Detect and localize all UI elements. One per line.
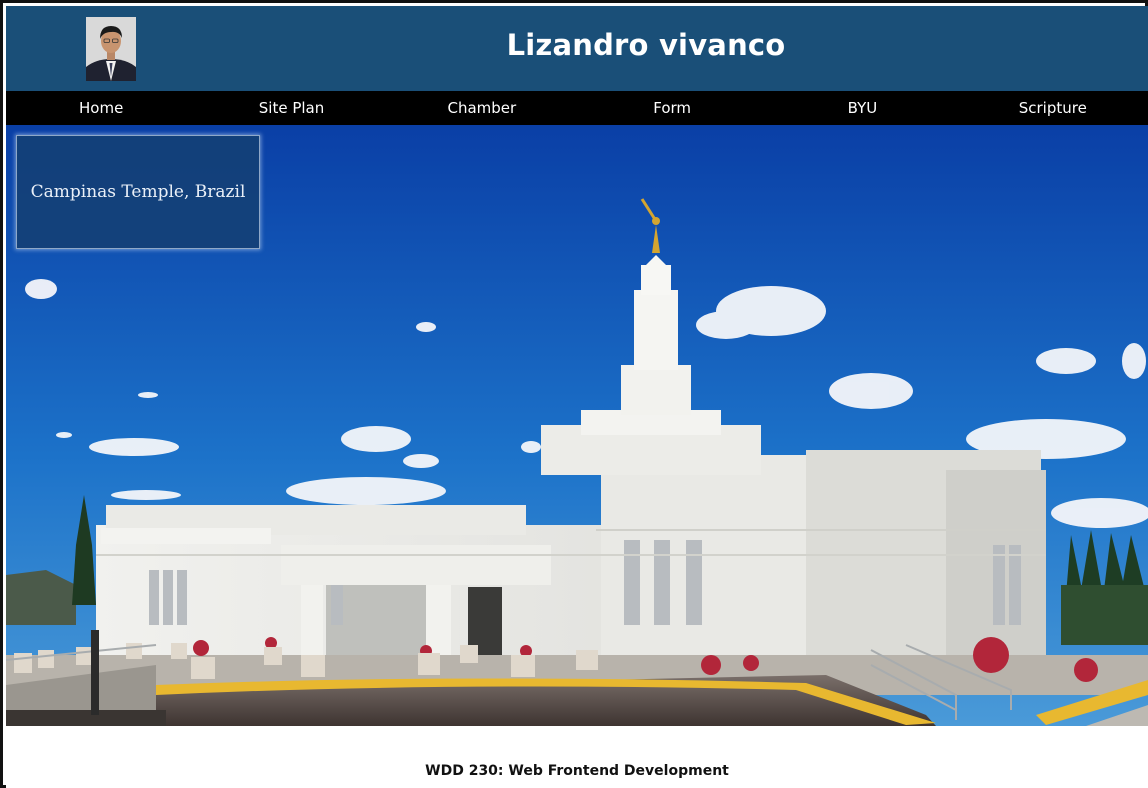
nav-chamber[interactable]: Chamber bbox=[387, 91, 577, 125]
main-nav: Home Site Plan Chamber Form BYU Scriptur… bbox=[6, 91, 1148, 125]
nav-site-plan[interactable]: Site Plan bbox=[196, 91, 386, 125]
caption-text: Campinas Temple, Brazil bbox=[30, 182, 246, 202]
nav-home[interactable]: Home bbox=[6, 91, 196, 125]
footer-text: WDD 230: Web Frontend Development bbox=[425, 763, 729, 779]
site-footer: WDD 230: Web Frontend Development bbox=[6, 726, 1148, 788]
nav-form[interactable]: Form bbox=[577, 91, 767, 125]
caption-box: Campinas Temple, Brazil bbox=[16, 135, 260, 249]
nav-scripture[interactable]: Scripture bbox=[958, 91, 1148, 125]
avatar bbox=[86, 17, 136, 81]
site-header: Lizandro vivanco bbox=[6, 6, 1148, 91]
nav-byu[interactable]: BYU bbox=[767, 91, 957, 125]
site-title: Lizandro vivanco bbox=[506, 28, 786, 62]
page-frame: Lizandro vivanco Home Site Plan Chamber … bbox=[0, 0, 1148, 788]
hero-image: Campinas Temple, Brazil bbox=[6, 125, 1148, 726]
